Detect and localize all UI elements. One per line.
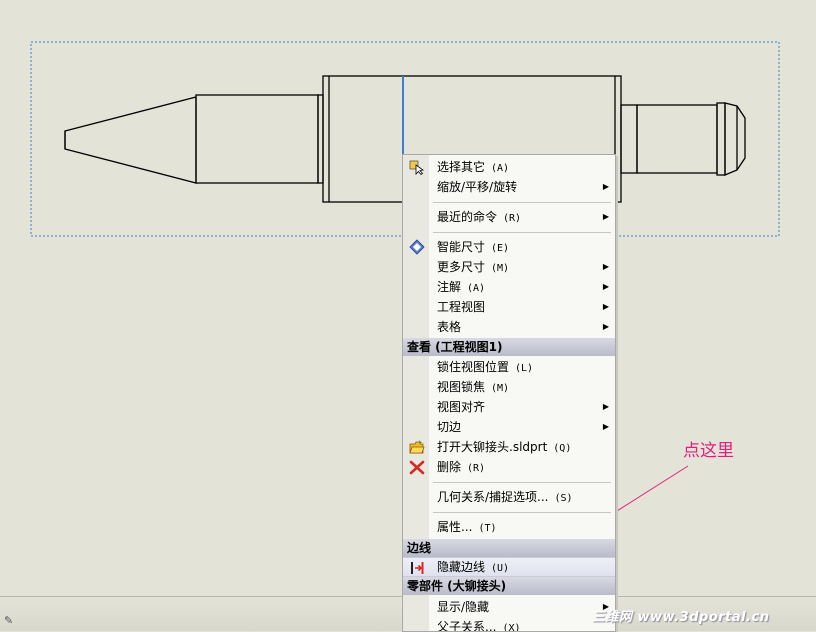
chevron-right-icon: ▶ xyxy=(602,302,609,311)
menu-separator xyxy=(433,232,611,233)
menu-item-hide-edge[interactable]: 隐藏边线 (U) xyxy=(403,557,615,577)
select-other-icon xyxy=(409,159,425,176)
menu-item-open-part[interactable]: 打开大铆接头.sldprt (Q) xyxy=(403,437,615,457)
menu-section-edge-header: 边线 xyxy=(403,539,615,557)
smart-dimension-icon xyxy=(409,239,425,255)
menu-item-show-hide[interactable]: 显示/隐藏 ▶ xyxy=(403,597,615,617)
menu-item-relations-snaps[interactable]: 几何关系/捕捉选项... (S) xyxy=(403,487,615,507)
menu-item-select-other[interactable]: 选择其它 (A) xyxy=(403,157,615,177)
chevron-right-icon: ▶ xyxy=(602,282,609,291)
menu-item-smart-dimension[interactable]: 智能尺寸 (E) xyxy=(403,237,615,257)
menu-section-view-header: 查看 (工程视图1) xyxy=(403,338,615,356)
menu-item-tables[interactable]: 表格 ▶ xyxy=(403,317,615,337)
watermark: 三维网 www.3dportal.cn xyxy=(592,610,770,625)
chevron-right-icon: ▶ xyxy=(602,212,609,221)
menu-item-view-alignment[interactable]: 视图对齐 ▶ xyxy=(403,397,615,417)
menu-item-annotations[interactable]: 注解 (A) ▶ xyxy=(403,277,615,297)
chevron-right-icon: ▶ xyxy=(602,262,609,271)
menu-item-drawing-views[interactable]: 工程视图 ▶ xyxy=(403,297,615,317)
annotation-click-here: 点这里 xyxy=(683,441,734,461)
delete-icon xyxy=(409,459,425,475)
chevron-right-icon: ▶ xyxy=(602,182,609,191)
chevron-right-icon: ▶ xyxy=(602,422,609,431)
menu-item-properties[interactable]: 属性... (T) xyxy=(403,517,615,537)
sketch-icon: ✎ xyxy=(4,614,14,627)
menu-separator xyxy=(433,512,611,513)
menu-item-delete[interactable]: 删除 (R) xyxy=(403,457,615,477)
menu-separator xyxy=(433,482,611,483)
chevron-right-icon: ▶ xyxy=(602,322,609,331)
menu-item-more-dimensions[interactable]: 更多尺寸 (M) ▶ xyxy=(403,257,615,277)
open-folder-icon xyxy=(409,439,425,455)
context-menu: 选择其它 (A) 缩放/平移/旋转 ▶ 最近的命令 (R) ▶ 智能尺寸 (E) 更多… xyxy=(402,154,616,632)
menu-separator xyxy=(433,202,611,203)
menu-item-zoom-pan-rotate[interactable]: 缩放/平移/旋转 ▶ xyxy=(403,177,615,197)
menu-section-component-header: 零部件 (大铆接头) xyxy=(403,577,615,595)
menu-item-recent-commands[interactable]: 最近的命令 (R) ▶ xyxy=(403,207,615,227)
hide-edge-icon xyxy=(409,560,425,576)
menu-item-lock-view-focus[interactable]: 视图锁焦 (M) xyxy=(403,377,615,397)
chevron-right-icon: ▶ xyxy=(602,402,609,411)
menu-item-tangent-edge[interactable]: 切边 ▶ xyxy=(403,417,615,437)
menu-item-lock-view-position[interactable]: 锁住视图位置 (L) xyxy=(403,357,615,377)
